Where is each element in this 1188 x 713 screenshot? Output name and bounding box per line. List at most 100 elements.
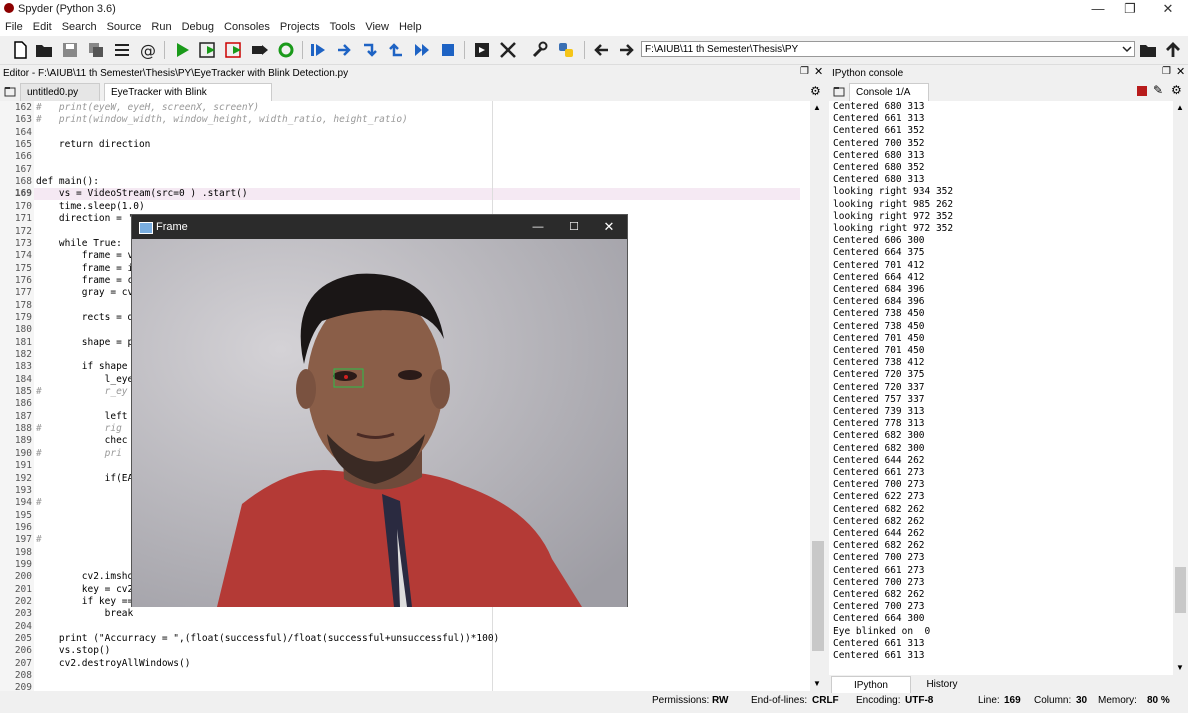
line-number: 167 — [14, 163, 32, 175]
menu-help[interactable]: Help — [394, 18, 427, 36]
save-all-icon[interactable] — [86, 40, 106, 60]
run-icon[interactable] — [172, 40, 192, 60]
console-output[interactable]: Centered 680 313 Centered 661 313 Centered… — [829, 101, 1173, 675]
console-gear-icon[interactable]: ⚙ — [1171, 83, 1182, 97]
frame-window[interactable]: Frame — ☐ ✕ — [131, 214, 628, 607]
browse-consoles-icon[interactable] — [833, 86, 845, 97]
menu-search[interactable]: Search — [57, 18, 102, 36]
title-bar: Spyder (Python 3.6) — ❐ ✕ — [0, 0, 1188, 18]
rerun-icon[interactable] — [276, 40, 296, 60]
code-line: if shape — [36, 361, 128, 373]
working-directory-input[interactable]: F:\AIUB\11 th Semester\Thesis\PY — [641, 41, 1135, 57]
step-into-icon[interactable] — [360, 40, 380, 60]
console-line: Centered 661 352 — [833, 125, 925, 137]
frame-maximize-icon[interactable]: ☐ — [562, 215, 586, 239]
tab-eyetracker[interactable]: EyeTracker with Blink Detection.py✕ — [104, 83, 272, 116]
console-close-pane-icon[interactable]: ✕ — [1176, 65, 1185, 78]
line-number: 188 — [14, 423, 32, 435]
line-number: 179 — [14, 311, 32, 323]
menu-view[interactable]: View — [360, 18, 394, 36]
scroll-up-icon[interactable]: ▲ — [813, 103, 821, 112]
frame-close-icon[interactable]: ✕ — [597, 215, 621, 239]
menu-projects[interactable]: Projects — [275, 18, 325, 36]
menu-tools[interactable]: Tools — [325, 18, 361, 36]
menu-file[interactable]: File — [0, 18, 28, 36]
run-cell-advance-icon[interactable] — [224, 40, 244, 60]
line-number: 199 — [14, 558, 32, 570]
code-line: left — [36, 410, 128, 422]
tab-console-1a[interactable]: Console 1/A✕ — [849, 83, 929, 116]
run-selection-icon[interactable] — [250, 40, 270, 60]
frame-minimize-icon[interactable]: — — [526, 215, 550, 239]
stop-debug-icon[interactable] — [438, 40, 458, 60]
code-line: vs = VideoStream(src=0 ) .start() — [36, 188, 248, 200]
window-title: Spyder (Python 3.6) — [18, 3, 116, 15]
console-line: Centered 664 300 — [833, 613, 925, 625]
parent-dir-arrow-icon[interactable] — [1163, 40, 1183, 60]
svg-text:@: @ — [140, 41, 156, 60]
scroll-thumb[interactable] — [1175, 567, 1186, 613]
console-line: Centered 739 313 — [833, 406, 925, 417]
code-line: print ("Accurracy = ",(float(successful)… — [36, 633, 500, 645]
eol-value: CRLF — [812, 695, 839, 706]
tab-ipython-console[interactable]: IPython console — [831, 676, 911, 709]
run-cell-icon[interactable] — [198, 40, 218, 60]
gear-icon[interactable]: ⚙ — [810, 84, 821, 98]
menu-source[interactable]: Source — [102, 18, 147, 36]
minimize-icon[interactable]: — — [1080, 0, 1116, 18]
open-folder-icon[interactable] — [34, 40, 54, 60]
code-line: # — [36, 497, 42, 509]
maximize-pane-icon[interactable] — [472, 40, 492, 60]
menu-consoles[interactable]: Consoles — [219, 18, 275, 36]
console-line: looking right 972 352 — [833, 223, 954, 234]
menu-run[interactable]: Run — [146, 18, 176, 36]
save-icon[interactable] — [60, 40, 80, 60]
editor-scrollbar[interactable]: ▲ ▼ — [810, 101, 826, 691]
code-line: # pri — [36, 447, 122, 459]
code-line: # rig — [36, 423, 122, 435]
code-line: # r_ey — [36, 386, 128, 398]
step-return-icon[interactable] — [386, 40, 406, 60]
wrench-icon[interactable] — [530, 40, 550, 60]
console-line: Centered 684 396 — [833, 296, 925, 308]
undock-icon[interactable]: ❐ — [800, 66, 809, 77]
interrupt-kernel-icon[interactable] — [1137, 86, 1147, 96]
tab-history-log[interactable]: History log — [913, 676, 971, 708]
at-symbol-icon[interactable]: @ — [138, 40, 158, 60]
back-arrow-icon[interactable] — [592, 40, 612, 60]
new-file-icon[interactable] — [10, 40, 30, 60]
scroll-down-icon[interactable]: ▼ — [1176, 663, 1184, 672]
console-scrollbar[interactable]: ▲ ▼ — [1173, 101, 1188, 675]
list-icon[interactable] — [112, 40, 132, 60]
line-number: 198 — [14, 546, 32, 558]
code-line: # — [36, 534, 42, 546]
console-undock-icon[interactable]: ❐ — [1162, 66, 1171, 77]
step-icon[interactable] — [334, 40, 354, 60]
close-icon[interactable]: ✕ — [1150, 0, 1186, 18]
python-path-icon[interactable] — [556, 40, 576, 60]
menu-edit[interactable]: Edit — [28, 18, 57, 36]
fullscreen-icon[interactable] — [498, 40, 518, 60]
code-line: rects = d — [36, 311, 134, 323]
scroll-up-icon[interactable]: ▲ — [1176, 103, 1184, 112]
debug-icon[interactable] — [308, 40, 328, 60]
console-line: Centered 700 273 — [833, 601, 925, 613]
console-line: Centered 701 450 — [833, 345, 925, 356]
menu-debug[interactable]: Debug — [177, 18, 219, 36]
restore-icon[interactable]: ❐ — [1112, 0, 1148, 18]
scroll-down-icon[interactable]: ▼ — [813, 679, 821, 688]
console-line: Centered 682 300 — [833, 430, 925, 442]
continue-icon[interactable] — [412, 40, 432, 60]
console-pane-title: IPython console — [829, 66, 1188, 81]
clear-console-icon[interactable]: ✎ — [1153, 83, 1163, 97]
forward-arrow-icon[interactable] — [616, 40, 636, 60]
tab-untitled0[interactable]: untitled0.py✕ — [20, 83, 100, 117]
console-line: Centered 644 262 — [833, 454, 925, 466]
browse-folder-icon[interactable] — [1138, 40, 1158, 60]
line-number: 202 — [14, 596, 32, 607]
close-pane-icon[interactable]: ✕ — [814, 65, 823, 78]
spyder-logo-icon — [4, 3, 14, 13]
scroll-thumb[interactable] — [812, 541, 824, 651]
chevron-down-icon[interactable] — [1121, 42, 1133, 56]
browse-tabs-icon[interactable] — [4, 86, 16, 97]
